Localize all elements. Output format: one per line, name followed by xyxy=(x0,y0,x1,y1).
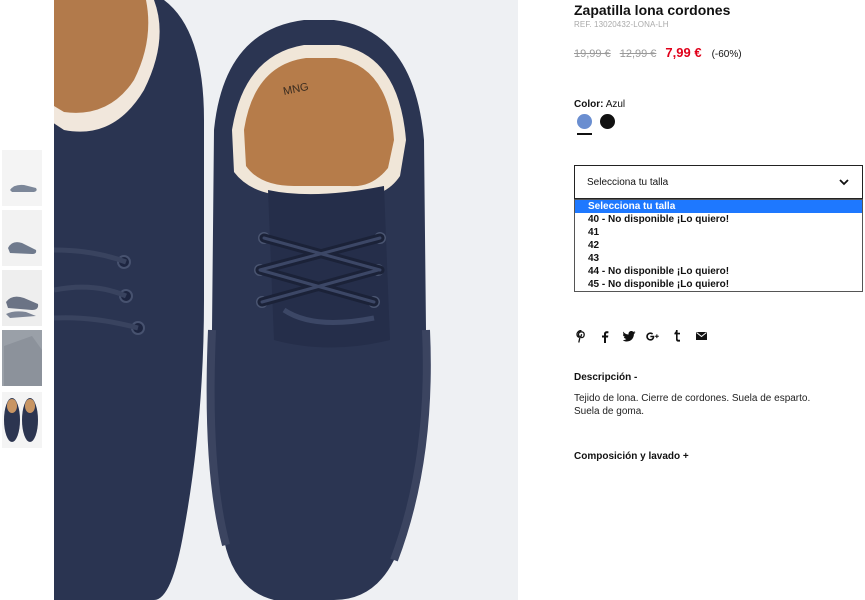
size-option-43[interactable]: 43 xyxy=(575,252,862,265)
size-select-value: Selecciona tu talla xyxy=(587,177,669,188)
color-label-key: Color: xyxy=(574,99,604,110)
share-bar xyxy=(574,329,718,343)
size-dropdown-list: Selecciona tu talla 40 - No disponible ¡… xyxy=(574,199,863,292)
color-swatch-blue[interactable] xyxy=(577,114,592,129)
color-swatch-black[interactable] xyxy=(600,114,615,129)
price-block: 19,99 € 12,99 € 7,99 € (-60%) xyxy=(574,45,742,60)
discount-badge: (-60%) xyxy=(711,49,742,60)
composition-toggle[interactable]: Composición y lavado + xyxy=(574,451,689,462)
size-select[interactable]: Selecciona tu talla xyxy=(574,165,863,199)
thumbnail-1[interactable] xyxy=(2,150,42,206)
size-option-45[interactable]: 45 - No disponible ¡Lo quiero! xyxy=(575,278,862,291)
size-option-placeholder[interactable]: Selecciona tu talla xyxy=(575,200,862,213)
facebook-icon[interactable] xyxy=(598,329,612,343)
description-text: Tejido de lona. Cierre de cordones. Suel… xyxy=(574,393,811,417)
product-details-panel: Zapatilla lona cordones REF. 13020432-LO… xyxy=(574,0,865,600)
product-reference: REF. 13020432-LONA-LH xyxy=(574,20,669,29)
description-toggle[interactable]: Descripción - xyxy=(574,372,637,383)
price-current: 7,99 € xyxy=(665,45,702,60)
color-label: Color: Azul xyxy=(574,99,625,110)
pinterest-icon[interactable] xyxy=(574,329,588,343)
product-main-image: MNG xyxy=(54,0,518,600)
size-option-41[interactable]: 41 xyxy=(575,226,862,239)
google-plus-icon[interactable] xyxy=(646,329,660,343)
price-original: 19,99 € xyxy=(574,48,611,60)
size-option-44[interactable]: 44 - No disponible ¡Lo quiero! xyxy=(575,265,862,278)
color-label-value: Azul xyxy=(605,99,626,110)
twitter-icon[interactable] xyxy=(622,329,636,343)
email-icon[interactable] xyxy=(694,329,708,343)
tumblr-icon[interactable] xyxy=(670,329,684,343)
thumbnail-4[interactable] xyxy=(2,330,42,386)
product-title: Zapatilla lona cordones xyxy=(574,2,731,18)
selected-swatch-indicator xyxy=(577,133,592,135)
price-previous: 12,99 € xyxy=(619,48,657,60)
size-option-42[interactable]: 42 xyxy=(575,239,862,252)
thumbnail-3[interactable] xyxy=(2,270,42,326)
thumbnail-5[interactable] xyxy=(2,392,42,448)
thumbnail-2[interactable] xyxy=(2,210,42,266)
size-option-40[interactable]: 40 - No disponible ¡Lo quiero! xyxy=(575,213,862,226)
chevron-down-icon xyxy=(839,179,849,186)
